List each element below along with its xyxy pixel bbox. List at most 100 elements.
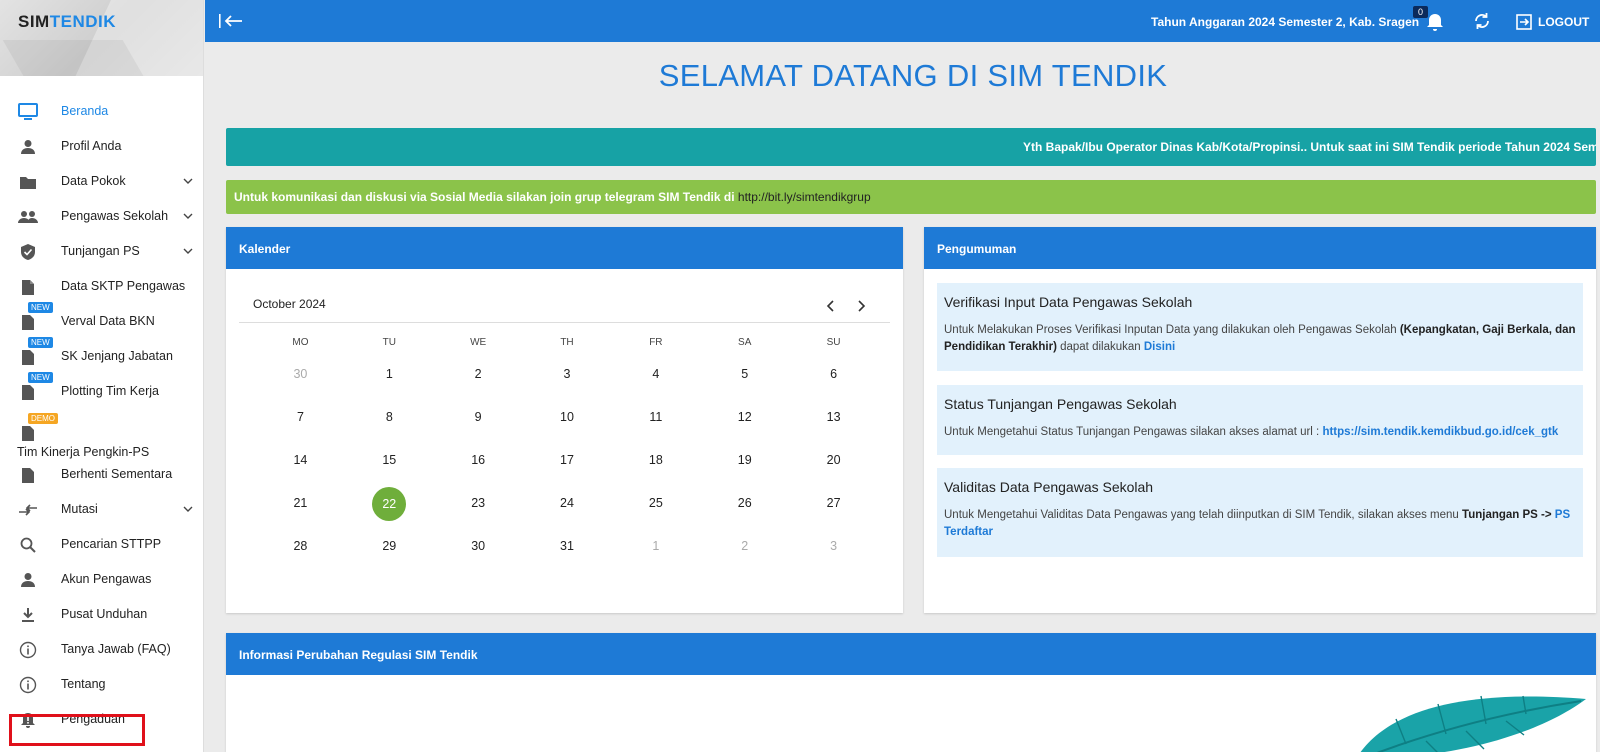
sidebar-item-plotting-tim[interactable]: NEW Plotting Tim Kerja: [0, 372, 204, 409]
calendar-day[interactable]: 3: [523, 359, 612, 402]
calendar-day[interactable]: 15: [345, 445, 434, 488]
sidebar-item-label: Data SKTP Pengawas: [61, 279, 186, 293]
sidebar-menu: Beranda Profil Anda Data Pokok Pengawas …: [0, 94, 204, 737]
calendar-day[interactable]: 3: [789, 531, 878, 574]
calendar-day[interactable]: 8: [345, 402, 434, 445]
sidebar-item-label: Mutasi: [61, 502, 98, 516]
announcement-body: Untuk Melakukan Proses Verifikasi Inputa…: [944, 324, 1576, 353]
calendar-header: Kalender: [226, 227, 903, 269]
disini-link[interactable]: Disini: [1144, 341, 1175, 353]
sidebar-item-label: Pengawas Sekolah: [61, 209, 169, 223]
sidebar-item-label: Pusat Unduhan: [61, 607, 148, 621]
sidebar-item-profil[interactable]: Profil Anda: [0, 129, 204, 164]
sidebar-item-berhenti[interactable]: Berhenti Sementara: [0, 457, 204, 492]
calendar-day[interactable]: 25: [611, 488, 700, 531]
brand-sim: SIM: [18, 12, 50, 31]
calendar-day[interactable]: 21: [256, 488, 345, 531]
sidebar-item-label: Data Pokok: [61, 174, 126, 188]
sidebar-item-akun-pengawas[interactable]: Akun Pengawas: [0, 562, 204, 597]
brand-logo[interactable]: SIMTENDIK: [0, 0, 203, 76]
calendar-day[interactable]: 20: [789, 445, 878, 488]
sidebar: SIMTENDIK Beranda Profil Anda Data Pokok…: [0, 0, 204, 752]
info-icon: [18, 640, 38, 660]
calendar-day[interactable]: 4: [611, 359, 700, 402]
calendar-day[interactable]: 24: [523, 488, 612, 531]
calendar-day[interactable]: 2: [434, 359, 523, 402]
calendar-day[interactable]: 1: [611, 531, 700, 574]
announcement-title: Status Tunjangan Pengawas Sekolah: [944, 396, 1177, 412]
calendar-day-today[interactable]: 22: [345, 487, 434, 531]
calendar-day[interactable]: 17: [523, 445, 612, 488]
calendar-day[interactable]: 14: [256, 445, 345, 488]
calendar-day[interactable]: 5: [700, 359, 789, 402]
sidebar-item-beranda[interactable]: Beranda: [0, 94, 204, 129]
sidebar-item-sk-jenjang[interactable]: NEW SK Jenjang Jabatan: [0, 337, 204, 374]
chevron-down-icon: [183, 506, 193, 512]
sidebar-item-label: Tanya Jawab (FAQ): [61, 642, 171, 656]
weekday-label: SU: [826, 337, 841, 348]
sidebar-item-pusat-unduhan[interactable]: Pusat Unduhan: [0, 597, 204, 632]
sidebar-item-tunjangan-ps[interactable]: Tunjangan PS: [0, 234, 204, 269]
calendar-day[interactable]: 7: [256, 402, 345, 445]
announcements-card: Pengumuman Verifikasi Input Data Pengawa…: [924, 227, 1596, 613]
announcement-body: Untuk Mengetahui Status Tunjangan Pengaw…: [944, 426, 1559, 438]
collapse-sidebar-icon[interactable]: [217, 11, 245, 31]
sidebar-item-data-sktp[interactable]: Data SKTP Pengawas: [0, 269, 204, 304]
sidebar-item-label: Verval Data BKN: [61, 314, 155, 328]
weekday-label: MO: [292, 337, 309, 348]
calendar-day[interactable]: 23: [434, 488, 523, 531]
sidebar-item-verval-bkn[interactable]: NEW Verval Data BKN: [0, 302, 204, 339]
calendar-day[interactable]: 18: [611, 445, 700, 488]
sidebar-item-label: Beranda: [61, 104, 109, 118]
calendar-day[interactable]: 26: [700, 488, 789, 531]
calendar-card: Kalender October 2024 MO TU WE TH FR SA …: [226, 227, 903, 613]
cek-gtk-link[interactable]: https://sim.tendik.kemdikbud.go.id/cek_g…: [1322, 426, 1558, 438]
calendar-day[interactable]: 10: [523, 402, 612, 445]
calendar-day[interactable]: 27: [789, 488, 878, 531]
calendar-day[interactable]: 30: [256, 359, 345, 402]
calendar-weekdays: MO TU WE TH FR SA SU: [256, 337, 878, 359]
calendar-week: 28 29 30 31 1 2 3: [256, 531, 878, 574]
sidebar-item-mutasi[interactable]: Mutasi: [0, 492, 204, 527]
logout-button[interactable]: LOGOUT: [1516, 12, 1589, 32]
calendar-day[interactable]: 13: [789, 402, 878, 445]
calendar-week: 21 22 23 24 25 26 27: [256, 487, 878, 531]
calendar-day[interactable]: 9: [434, 402, 523, 445]
sidebar-item-faq[interactable]: Tanya Jawab (FAQ): [0, 632, 204, 667]
sidebar-item-data-pokok[interactable]: Data Pokok: [0, 164, 204, 199]
calendar-day[interactable]: 29: [345, 531, 434, 574]
regulation-header: Informasi Perubahan Regulasi SIM Tendik: [226, 633, 1596, 675]
calendar-day[interactable]: 30: [434, 531, 523, 574]
calendar-day[interactable]: 28: [256, 531, 345, 574]
announcement-item: Verifikasi Input Data Pengawas Sekolah U…: [937, 283, 1583, 371]
fiscal-period-info: Tahun Anggaran 2024 Semester 2, Kab. Sra…: [1151, 15, 1420, 29]
calendar-day[interactable]: 1: [345, 359, 434, 402]
calendar-day[interactable]: 6: [789, 359, 878, 402]
announcement-title: Validitas Data Pengawas Sekolah: [944, 479, 1154, 495]
download-icon: [18, 605, 38, 625]
sidebar-item-tentang[interactable]: Tentang: [0, 667, 204, 702]
demo-badge: DEMO: [28, 413, 58, 424]
refresh-icon[interactable]: [1473, 12, 1491, 30]
bell-icon[interactable]: [1425, 12, 1445, 32]
calendar-day[interactable]: 11: [611, 402, 700, 445]
sidebar-item-pengawas-sekolah[interactable]: Pengawas Sekolah: [0, 199, 204, 234]
sidebar-item-pencarian-sttpp[interactable]: Pencarian STTPP: [0, 527, 204, 562]
weekday-label: FR: [649, 337, 663, 348]
people-icon: [18, 207, 38, 227]
calendar-day[interactable]: 16: [434, 445, 523, 488]
chevron-right-icon[interactable]: [854, 299, 868, 313]
telegram-link[interactable]: http://bit.ly/simtendikgrup: [738, 190, 871, 204]
new-badge: NEW: [28, 337, 53, 348]
calendar-day[interactable]: 19: [700, 445, 789, 488]
chevron-left-icon[interactable]: [824, 299, 838, 313]
page-title: SELAMAT DATANG DI SIM TENDIK: [658, 58, 1168, 93]
announcement-marquee: Yth Bapak/Ibu Operator Dinas Kab/Kota/Pr…: [226, 128, 1596, 166]
transfer-icon: [18, 500, 38, 520]
calendar-day[interactable]: 31: [523, 531, 612, 574]
highlight-box: [9, 714, 145, 746]
calendar-day[interactable]: 12: [700, 402, 789, 445]
calendar-day[interactable]: 2: [700, 531, 789, 574]
logout-label: LOGOUT: [1538, 15, 1590, 29]
info-icon: [18, 675, 38, 695]
